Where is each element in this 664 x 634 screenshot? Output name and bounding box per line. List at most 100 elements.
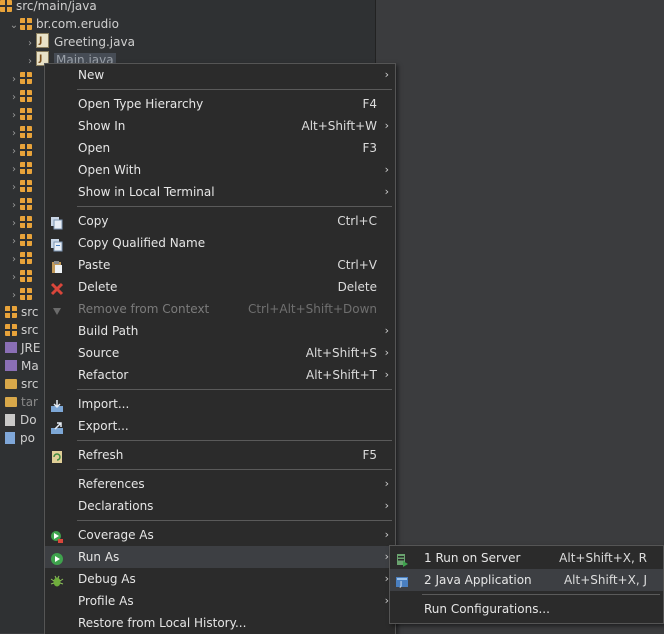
package-icon [20, 144, 32, 156]
submenu-arrow-icon: › [384, 368, 389, 381]
menu-item-refactor[interactable]: Refactor Alt+Shift+T › [45, 364, 395, 386]
remove-context-icon [50, 303, 64, 315]
menu-item-references[interactable]: References › [45, 473, 395, 495]
menu-item-open[interactable]: Open F3 [45, 137, 395, 159]
menu-item-delete[interactable]: Delete Delete [45, 276, 395, 298]
menu-separator [77, 89, 392, 90]
java-application-icon: J [395, 574, 409, 588]
package-icon [20, 90, 32, 102]
tree-node-package-collapsed[interactable]: › [8, 249, 36, 267]
file-icon [5, 414, 15, 426]
folder-icon [5, 397, 17, 407]
package-icon [20, 18, 32, 30]
menu-separator [77, 389, 392, 390]
tree-node-src-2[interactable]: src [5, 321, 39, 339]
tree-node-package-collapsed[interactable]: › [8, 69, 36, 87]
package-icon [20, 216, 32, 228]
menu-item-show-in-local-terminal[interactable]: Show in Local Terminal › [45, 181, 395, 203]
tree-node-package[interactable]: ⌄ br.com.erudio [8, 15, 119, 33]
svg-text:J: J [399, 580, 402, 588]
package-icon [20, 198, 32, 210]
menu-item-new[interactable]: New › [45, 64, 395, 86]
menu-item-run-as[interactable]: Run As › [45, 546, 395, 568]
menu-item-show-in[interactable]: Show In Alt+Shift+W › [45, 115, 395, 137]
menu-item-paste[interactable]: Paste Ctrl+V [45, 254, 395, 276]
menu-item-open-type-hierarchy[interactable]: Open Type Hierarchy F4 [45, 93, 395, 115]
tree-node-src-3[interactable]: src [5, 375, 39, 393]
tree-node-package-collapsed[interactable]: › [8, 177, 36, 195]
tree-node-src-main-java[interactable]: src/main/java [0, 0, 97, 15]
tree-node-jre[interactable]: JRE [5, 339, 40, 357]
menu-item-remove-from-context[interactable]: Remove from Context Ctrl+Alt+Shift+Down [45, 298, 395, 320]
source-folder-icon [5, 306, 17, 318]
menu-item-import[interactable]: Import... [45, 393, 395, 415]
tree-node-package-collapsed[interactable]: › [8, 231, 36, 249]
menu-item-run-configurations[interactable]: Run Configurations... [390, 598, 663, 620]
menu-item-open-with[interactable]: Open With › [45, 159, 395, 181]
menu-item-source[interactable]: Source Alt+Shift+S › [45, 342, 395, 364]
run-icon [50, 551, 64, 565]
tree-node-greeting-java[interactable]: ›Greeting.java [24, 32, 135, 51]
import-icon [50, 398, 64, 412]
menu-item-build-path[interactable]: Build Path › [45, 320, 395, 342]
package-icon [20, 162, 32, 174]
menu-separator [77, 520, 392, 521]
menu-item-debug-as[interactable]: Debug As › [45, 568, 395, 590]
tree-node-package-collapsed[interactable]: › [8, 87, 36, 105]
menu-item-export[interactable]: Export... [45, 415, 395, 437]
tree-node-pom[interactable]: po [5, 429, 35, 447]
tree-node-docker[interactable]: Do [5, 411, 37, 429]
tree-node-package-collapsed[interactable]: › [8, 159, 36, 177]
submenu-arrow-icon: › [384, 477, 389, 490]
context-menu: New › Open Type Hierarchy F4 Show In Alt+Shif… [44, 63, 396, 634]
submenu-arrow-icon: › [384, 499, 389, 512]
tree-node-package-collapsed[interactable]: › [8, 285, 36, 303]
menu-item-coverage-as[interactable]: Coverage As › [45, 524, 395, 546]
package-icon [20, 126, 32, 138]
paste-icon [50, 259, 64, 273]
source-folder-icon [5, 324, 17, 336]
java-file-icon [36, 32, 49, 50]
submenu-arrow-icon: › [384, 68, 389, 81]
submenu-arrow-icon: › [384, 528, 389, 541]
folder-icon [5, 379, 17, 389]
refresh-icon [50, 449, 64, 463]
package-icon [20, 108, 32, 120]
package-icon [20, 252, 32, 264]
menu-item-copy-qualified-name[interactable]: Copy Qualified Name [45, 232, 395, 254]
package-icon [20, 270, 32, 282]
tree-node-package-collapsed[interactable]: › [8, 123, 36, 141]
package-icon [20, 72, 32, 84]
submenu-arrow-icon: › [384, 163, 389, 176]
copy-qualified-name-icon [50, 237, 64, 252]
package-icon [20, 234, 32, 246]
menu-item-run-on-server[interactable]: 1 Run on Server Alt+Shift+X, R [390, 547, 663, 569]
tree-node-package-collapsed[interactable]: › [8, 141, 36, 159]
menu-item-copy[interactable]: Copy Ctrl+C [45, 210, 395, 232]
coverage-icon [50, 529, 64, 543]
submenu-separator [422, 594, 660, 595]
tree-node-package-collapsed[interactable]: › [8, 267, 36, 285]
package-icon [20, 180, 32, 192]
menu-item-java-application[interactable]: J 2 Java Application Alt+Shift+X, J [390, 569, 663, 591]
package-icon [20, 288, 32, 300]
tree-node-package-collapsed[interactable]: › [8, 213, 36, 231]
submenu-arrow-icon: › [384, 185, 389, 198]
menu-item-profile-as[interactable]: Profile As › [45, 590, 395, 612]
debug-icon [50, 573, 64, 587]
xml-file-icon [5, 432, 15, 444]
menu-item-restore-from-local-history[interactable]: Restore from Local History... [45, 612, 395, 634]
tree-node-package-collapsed[interactable]: › [8, 105, 36, 123]
menu-item-refresh[interactable]: Refresh F5 [45, 444, 395, 466]
delete-icon [50, 281, 64, 296]
tree-node-package-collapsed[interactable]: › [8, 195, 36, 213]
tree-node-maven[interactable]: Ma [5, 357, 39, 375]
chevron-down-icon[interactable]: ⌄ [8, 17, 20, 35]
tree-node-target[interactable]: tar [5, 393, 38, 411]
menu-item-declarations[interactable]: Declarations › [45, 495, 395, 517]
copy-icon [50, 215, 64, 230]
source-folder-icon [0, 0, 12, 12]
run-as-submenu: 1 Run on Server Alt+Shift+X, R J 2 Java … [389, 545, 664, 624]
tree-node-src-1[interactable]: src [5, 303, 39, 321]
submenu-arrow-icon: › [384, 119, 389, 132]
